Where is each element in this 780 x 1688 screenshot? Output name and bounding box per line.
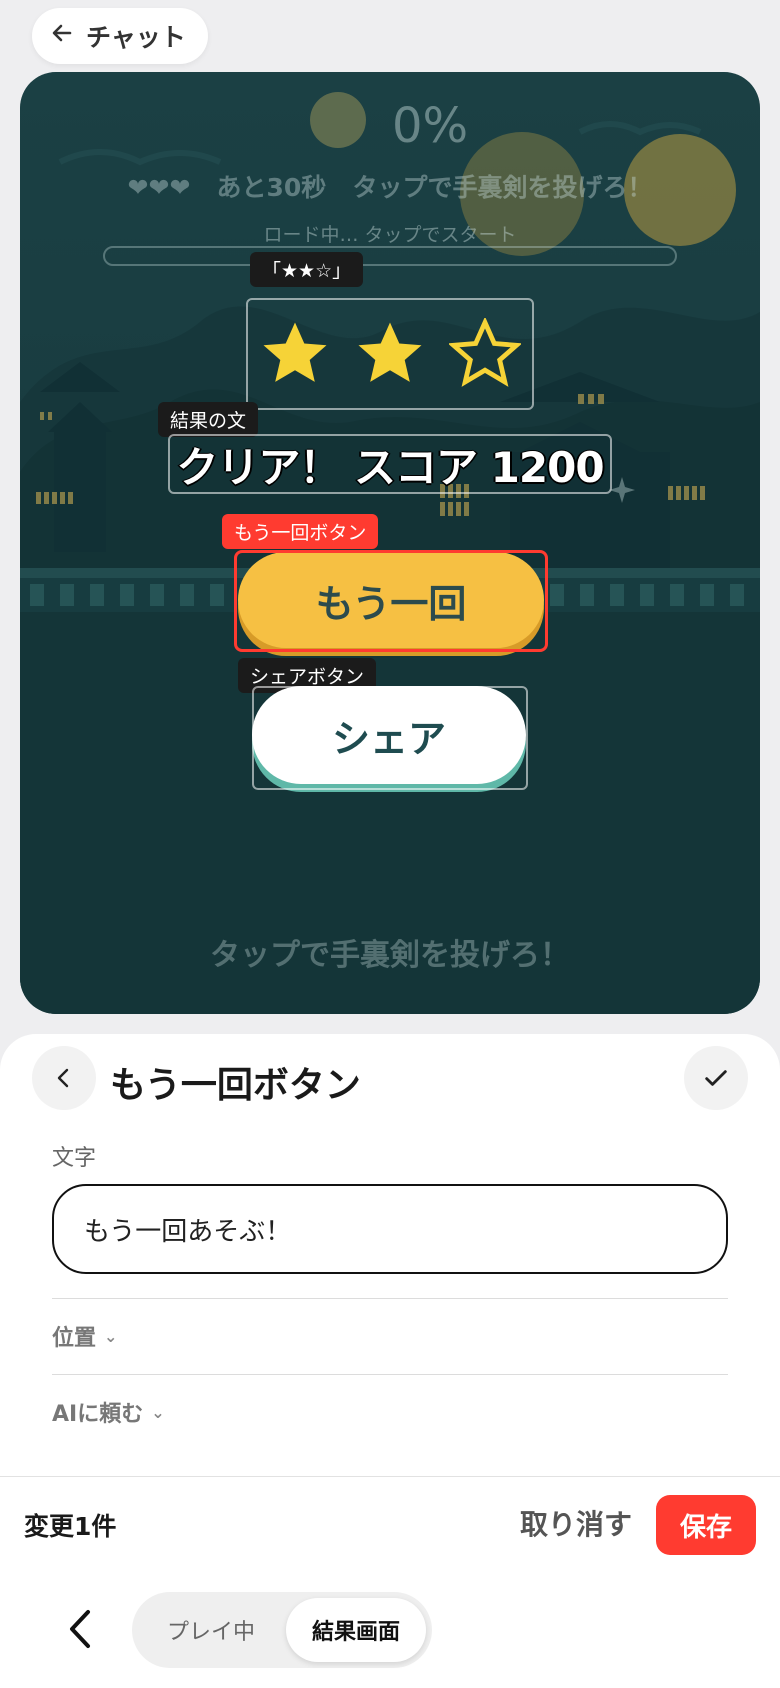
star-filled-icon: [263, 322, 327, 382]
check-icon: [705, 1070, 727, 1086]
game-preview[interactable]: 0% ❤❤❤ あと30秒 タップで手裏剣を投げろ！ ロード中… タップでスタート…: [20, 72, 760, 1014]
editor-back-button[interactable]: [32, 1046, 96, 1110]
divider: [52, 1298, 728, 1299]
back-label: チャット: [86, 23, 186, 52]
hud-instruction: タップで手裏剣を投げろ！: [352, 173, 653, 202]
chevron-left-icon: [70, 1610, 90, 1648]
stars-tag: 「★★☆」: [250, 252, 364, 287]
bottom-hint: タップで手裏剣を投げろ！: [210, 938, 570, 973]
text-field-label: 文字: [52, 1146, 97, 1171]
ask-ai-section[interactable]: AIに頼む ⌄: [52, 1396, 165, 1428]
tab-result-screen[interactable]: 結果画面: [286, 1598, 426, 1662]
element-editor-sheet: もう一回ボタン 文字 もう一回あそぶ！ 位置 ⌄ AIに頼む ⌄: [0, 1034, 780, 1476]
chevron-down-icon: ⌄: [104, 1326, 118, 1346]
changes-bar: 変更1件 取り消す 保存: [0, 1476, 780, 1574]
tab-playing[interactable]: プレイ中: [138, 1598, 284, 1662]
lives-hearts: ❤❤❤: [127, 173, 191, 202]
changes-count: 変更1件: [24, 1512, 117, 1541]
retry-button-tag: もう一回ボタン: [222, 514, 379, 549]
result-text[interactable]: クリア！ スコア 1200: [168, 434, 612, 494]
selection-outline: [234, 550, 548, 652]
share-button-outline: [252, 686, 528, 790]
result-text-tag: 結果の文: [158, 402, 259, 437]
nav-back-button[interactable]: [60, 1604, 100, 1654]
star-outline-icon: [448, 318, 521, 387]
chevron-left-icon: [57, 1068, 69, 1088]
text-input[interactable]: もう一回あそぶ！: [52, 1184, 728, 1274]
screen-switcher: プレイ中 結果画面: [132, 1592, 432, 1668]
ask-ai-section-label: AIに頼む: [52, 1402, 144, 1427]
progress-percent: 0%: [392, 98, 469, 154]
position-section-label: 位置: [52, 1326, 97, 1351]
loading-bar: [103, 246, 677, 266]
stars-rating[interactable]: [246, 298, 534, 410]
time-left: あと30秒: [216, 173, 327, 202]
confirm-button[interactable]: [684, 1046, 748, 1110]
night-castle-background: [20, 72, 760, 1014]
divider: [52, 1374, 728, 1375]
chevron-down-icon: ⌄: [151, 1402, 165, 1422]
save-button[interactable]: 保存: [656, 1495, 756, 1555]
arrow-left-icon: [50, 21, 74, 51]
undo-button[interactable]: 取り消す: [520, 1503, 632, 1543]
hud-line: ❤❤❤ あと30秒 タップで手裏剣を投げろ！: [20, 168, 760, 204]
bottom-nav: プレイ中 結果画面: [0, 1572, 780, 1688]
loading-text: ロード中… タップでスタート: [263, 224, 517, 246]
star-filled-icon: [358, 322, 422, 382]
back-to-chat-button[interactable]: チャット: [32, 8, 208, 64]
position-section[interactable]: 位置 ⌄: [52, 1320, 117, 1352]
editor-title: もう一回ボタン: [110, 1065, 361, 1106]
